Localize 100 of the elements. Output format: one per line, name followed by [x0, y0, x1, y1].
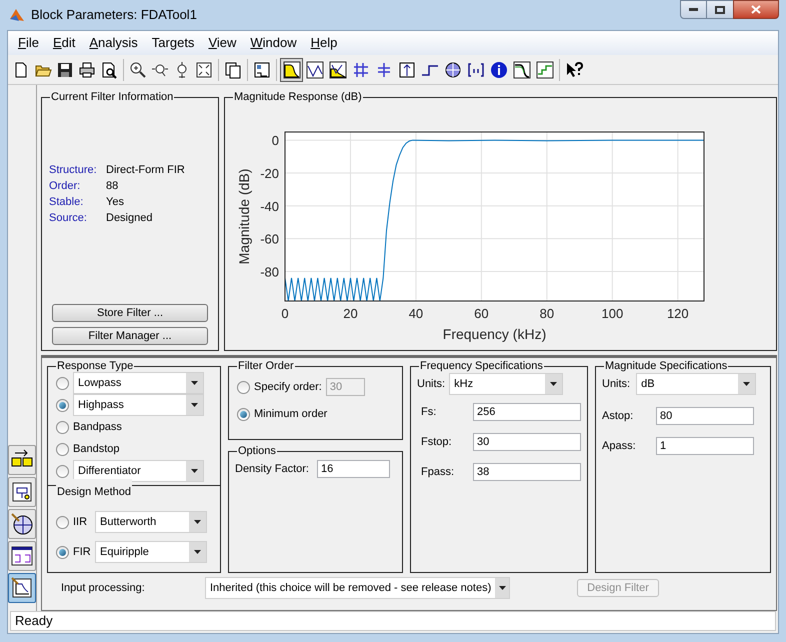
group-title: Filter Order — [237, 360, 295, 372]
group-title: Response Type — [56, 360, 134, 372]
menu-item[interactable]: File — [11, 31, 46, 55]
design-panel-button[interactable] — [8, 445, 36, 475]
tick-label: 40 — [408, 306, 424, 321]
input-field[interactable]: 30 — [473, 433, 581, 451]
field-label: Apass: — [602, 438, 636, 454]
info-icon — [490, 60, 508, 78]
input-field[interactable]: 80 — [656, 407, 754, 425]
tick-label: 20 — [343, 306, 358, 321]
radio-button[interactable] — [56, 516, 69, 528]
tick-label: -40 — [260, 198, 279, 214]
caret-icon — [498, 586, 506, 590]
input-field[interactable]: 38 — [473, 463, 581, 481]
pole-zero-plot-icon — [444, 60, 462, 78]
field-label: Fs: — [421, 404, 436, 420]
design-panel-button[interactable] — [8, 573, 36, 603]
maximize-button[interactable] — [707, 0, 733, 19]
window-title: Block Parameters: FDATool1 — [31, 6, 198, 24]
radio-label: Bandstop — [73, 442, 120, 457]
axis-label: Magnitude (dB) — [236, 168, 252, 264]
input-field[interactable]: 1 — [656, 437, 754, 455]
caret-icon — [194, 520, 201, 524]
group-title: Current Filter Information — [50, 91, 174, 103]
coefficients-icon — [466, 60, 484, 78]
menu-item[interactable]: Window — [243, 31, 304, 55]
radio-button[interactable] — [237, 380, 250, 394]
minimize-icon — [689, 8, 698, 11]
caret-icon — [191, 403, 198, 407]
impulse-response-icon — [398, 60, 416, 78]
print-preview-icon[interactable] — [100, 60, 118, 78]
radio-label: Specify order: — [254, 380, 322, 395]
whats-this-help-icon[interactable] — [565, 60, 583, 78]
menu-item[interactable]: Targets — [144, 31, 202, 55]
magnitude-plot-icon — [282, 60, 300, 78]
dropdown[interactable]: Inherited (this choice will be removed - see release notes) — [205, 577, 510, 599]
tick-label: -60 — [260, 232, 279, 247]
tick-label: 0 — [281, 306, 289, 321]
tick-label: 120 — [666, 306, 689, 321]
tick-label: 80 — [540, 306, 554, 321]
menu-item[interactable]: View — [201, 31, 244, 55]
field-label: Units: — [417, 376, 446, 392]
app-logo-icon — [9, 7, 25, 23]
dropdown[interactable]: dB — [636, 373, 756, 395]
info-value: Designed — [106, 211, 152, 226]
pole-zero-editor-icon — [9, 511, 35, 537]
input-field[interactable]: 16 — [316, 460, 390, 478]
magnitude-estimate-icon — [512, 60, 530, 78]
radio-button[interactable] — [237, 408, 250, 421]
radio-button[interactable] — [56, 546, 69, 558]
caret-icon — [194, 550, 201, 554]
caret-icon — [191, 381, 198, 385]
radio-button[interactable] — [56, 442, 69, 456]
radio-button[interactable] — [56, 420, 69, 434]
design-panel-button[interactable] — [8, 541, 36, 571]
dropdown[interactable]: Highpass — [73, 394, 204, 416]
menu-item[interactable]: Edit — [46, 31, 82, 55]
menu-item[interactable]: Analysis — [82, 31, 145, 55]
group-title: Magnitude Specifications — [604, 360, 728, 372]
radio-button[interactable] — [56, 464, 69, 478]
print-icon[interactable] — [78, 60, 96, 78]
dropdown[interactable]: Differentiator — [73, 460, 204, 482]
radio-label: IIR — [73, 514, 88, 530]
dropdown[interactable]: Butterworth — [95, 511, 207, 533]
dropdown[interactable]: kHz — [449, 373, 564, 395]
radio-button[interactable] — [56, 376, 69, 390]
group-title: Frequency Specifications — [419, 360, 544, 372]
info-label: Structure: — [49, 163, 98, 178]
group-title: Magnitude Response (dB) — [233, 91, 363, 103]
filter-button[interactable]: Filter Manager ... — [52, 327, 208, 345]
field-label: Input processing: — [60, 580, 146, 596]
group-delay-icon — [352, 60, 370, 78]
minimize-button[interactable] — [680, 0, 707, 19]
maximize-icon — [715, 6, 725, 14]
dropdown[interactable]: Equiripple — [95, 541, 207, 563]
menu-item[interactable]: Help — [304, 31, 344, 55]
new-window-icon[interactable] — [224, 60, 242, 78]
field-label: Fpass: — [421, 464, 454, 480]
magnitude-phase-plot-icon — [328, 60, 346, 78]
close-icon — [751, 5, 761, 14]
caret-icon — [550, 382, 558, 386]
analysis-toggle[interactable] — [280, 58, 303, 82]
filter-button[interactable]: Store Filter ... — [52, 304, 208, 322]
phase-plot-icon — [306, 60, 324, 78]
field-label: Units: — [602, 376, 630, 392]
input-field[interactable]: 256 — [473, 403, 581, 421]
filter-structure-icon[interactable] — [253, 60, 271, 78]
close-button[interactable] — [733, 0, 779, 19]
dropdown[interactable]: Lowpass — [73, 372, 204, 394]
radio-button[interactable] — [56, 398, 69, 412]
zoom-in-icon[interactable] — [129, 60, 147, 78]
tick-label: 100 — [602, 306, 624, 321]
info-label: Stable: — [49, 195, 84, 210]
design-panel-button[interactable] — [8, 509, 36, 539]
full-view-icon[interactable] — [195, 60, 213, 78]
save-icon[interactable] — [56, 60, 74, 78]
design-panel-button[interactable] — [8, 477, 36, 507]
info-value: 88 — [106, 179, 118, 194]
radio-label: FIR — [73, 544, 91, 560]
tick-label: -80 — [260, 264, 279, 280]
